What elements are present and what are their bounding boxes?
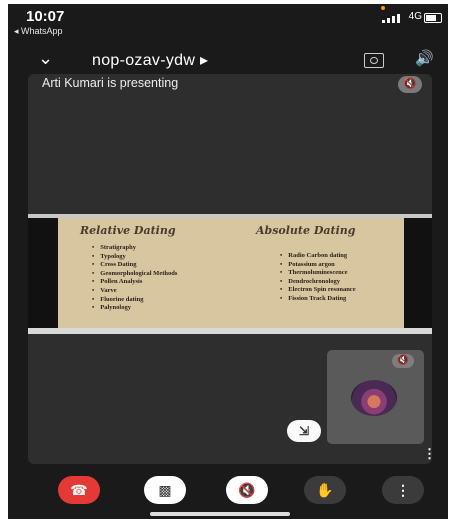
chevron-down-icon[interactable]: ⌄ <box>38 48 53 69</box>
back-to-whatsapp[interactable]: ◂ WhatsApp <box>14 26 63 37</box>
signal-icon <box>382 13 400 23</box>
battery-icon <box>424 13 442 23</box>
mic-in-use-indicator <box>381 6 385 10</box>
home-indicator <box>150 512 290 516</box>
more-options-button[interactable]: ⋮ <box>382 476 424 504</box>
shared-screen: Relative Dating Absolute Dating Stratigr… <box>28 214 432 334</box>
collapse-icon[interactable]: ⇲ <box>287 420 321 442</box>
list-item: Varve <box>92 287 177 296</box>
slide-left-title: Relative Dating <box>80 224 176 237</box>
list-item: Geomorphological Methods <box>92 270 177 279</box>
mic-off-icon: 🔇 <box>398 76 422 93</box>
call-controls: ☎ ▩ 🔇 ✋ ⋮ <box>8 474 448 514</box>
camera-toggle-button[interactable]: ▩ <box>144 476 186 504</box>
end-call-button[interactable]: ☎ <box>58 476 100 504</box>
mic-off-icon: 🔇 <box>392 354 414 368</box>
speaker-icon[interactable]: 🔊 <box>415 49 434 67</box>
raise-hand-button[interactable]: ✋ <box>304 476 346 504</box>
status-bar: 10:07 ◂ WhatsApp 4G <box>8 4 448 38</box>
network-type: 4G <box>408 11 422 22</box>
list-item: Pollen Analysis <box>92 278 177 287</box>
list-item: Electron Spin resonance <box>280 286 355 295</box>
phone-screen: 10:07 ◂ WhatsApp 4G ⌄ nop-ozav-ydw ▸ 🔊 A… <box>8 4 448 519</box>
more-vert-icon[interactable]: ⋮ <box>423 446 432 462</box>
presenting-label: Arti Kumari is presenting <box>42 76 179 90</box>
list-item: Fission Track Dating <box>280 295 356 304</box>
list-item: Cross Dating <box>92 261 177 270</box>
meeting-header: ⌄ nop-ozav-ydw ▸ 🔊 <box>8 48 448 74</box>
list-item: Radio Carbon dating <box>280 252 356 261</box>
slide-right-title: Absolute Dating <box>256 224 356 237</box>
camera-switch-icon[interactable] <box>364 53 384 68</box>
shared-window-taskbar <box>28 328 432 334</box>
list-item: Dendrochronology <box>280 278 356 287</box>
relative-dating-list: Stratigraphy Typology Cross Dating Geomo… <box>92 244 177 313</box>
list-item: Thermoluminescence <box>280 269 356 278</box>
mic-toggle-button[interactable]: 🔇 <box>226 476 268 504</box>
self-view-tile[interactable]: 🔇 <box>327 350 424 444</box>
status-time: 10:07 <box>26 8 65 25</box>
list-item: Palynology <box>92 304 177 313</box>
slide: Relative Dating Absolute Dating Stratigr… <box>58 218 404 328</box>
avatar <box>351 380 397 416</box>
list-item: Typology <box>92 253 177 262</box>
presentation-stage: Arti Kumari is presenting 🔇 Relative Dat… <box>28 74 432 464</box>
list-item: Fluorine dating <box>92 296 177 305</box>
list-item: Potassium argon <box>280 261 356 270</box>
meeting-code[interactable]: nop-ozav-ydw ▸ <box>92 50 208 70</box>
list-item: Stratigraphy <box>92 244 177 253</box>
absolute-dating-list: Radio Carbon dating Potassium argon Ther… <box>280 252 356 304</box>
